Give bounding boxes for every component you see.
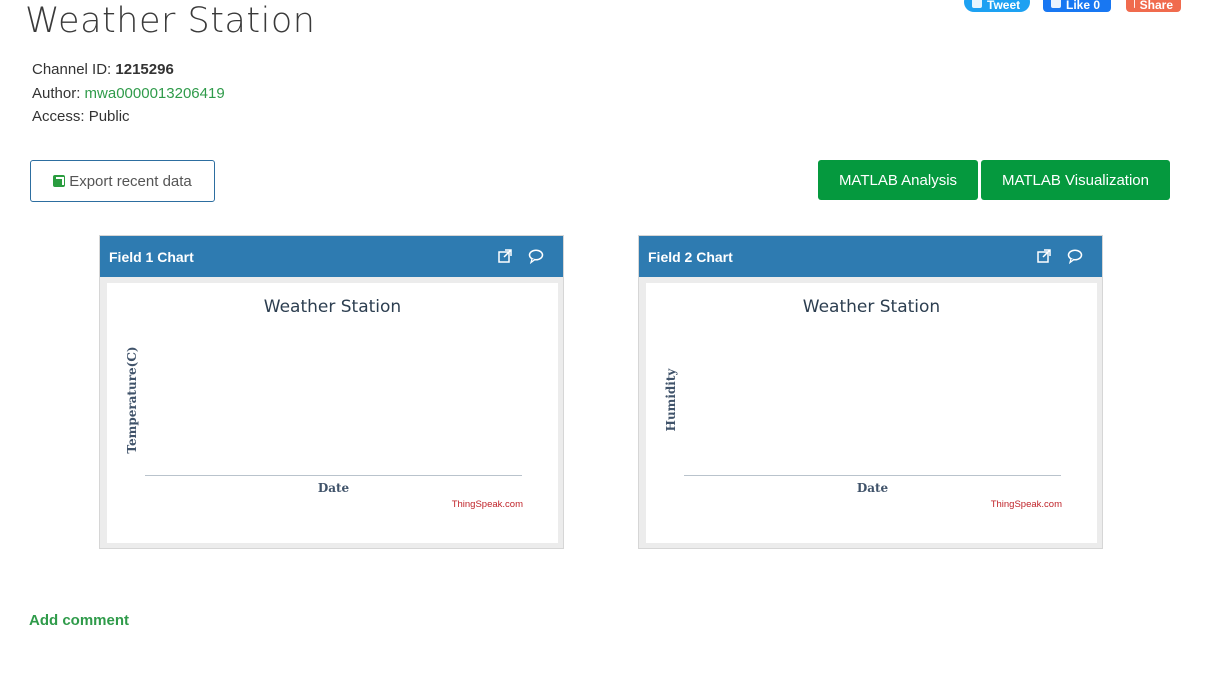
chart-title: Weather Station <box>263 297 402 317</box>
access-label: Access: <box>32 108 85 125</box>
share-icon <box>1134 0 1135 8</box>
x-axis-label: Date <box>317 481 350 495</box>
external-link-icon[interactable] <box>1036 248 1052 264</box>
share-button[interactable]: Share <box>1126 0 1181 12</box>
y-axis-label: Humidity <box>664 368 678 432</box>
chart-title: Weather Station <box>802 297 941 317</box>
x-axis-line <box>145 475 522 476</box>
thingspeak-credit-link[interactable]: ThingSpeak.com <box>991 499 1062 510</box>
export-icon <box>53 175 66 187</box>
comment-bubble-icon[interactable] <box>1067 248 1083 264</box>
chart-area: Weather Station Humidity Date ThingSpeak… <box>646 283 1097 543</box>
external-link-icon[interactable] <box>497 248 513 264</box>
export-recent-data-button[interactable]: Export recent data <box>30 160 215 202</box>
channel-id-label: Channel ID: <box>32 61 112 78</box>
channel-id-value: 1215296 <box>115 61 174 78</box>
field-1-chart-panel: Field 1 Chart Weather Station Temperatur… <box>99 235 564 549</box>
facebook-like-button[interactable]: Like 0 <box>1043 0 1111 12</box>
thingspeak-credit-link[interactable]: ThingSpeak.com <box>452 499 523 510</box>
matlab-visualization-button[interactable]: MATLAB Visualization <box>981 160 1170 200</box>
panel-header: Field 1 Chart <box>100 236 563 277</box>
share-label: Share <box>1139 0 1173 12</box>
chart-area: Weather Station Temperature(C) Date Thin… <box>107 283 558 543</box>
comment-bubble-icon[interactable] <box>528 248 544 264</box>
tweet-button[interactable]: Tweet <box>964 0 1030 12</box>
channel-meta: Channel ID: 1215296 Author: mwa000001320… <box>32 58 225 129</box>
access-value: Public <box>88 108 130 125</box>
facebook-icon <box>1051 0 1061 8</box>
author-label: Author: <box>32 84 81 102</box>
field-2-chart-panel: Field 2 Chart Weather Station Humidity D… <box>638 235 1103 549</box>
export-label: Export recent data <box>69 172 192 190</box>
like-label: Like 0 <box>1066 0 1101 12</box>
panel-title: Field 2 Chart <box>648 248 733 265</box>
matlab-analysis-button[interactable]: MATLAB Analysis <box>818 160 978 200</box>
x-axis-label: Date <box>856 481 889 495</box>
page-title: Weather Station <box>25 1 316 41</box>
y-axis-label: Temperature(C) <box>125 346 139 454</box>
access-row: Access: Public <box>32 105 225 129</box>
channel-id-row: Channel ID: 1215296 <box>32 58 225 82</box>
author-row: Author: mwa0000013206419 <box>32 82 225 106</box>
panel-title: Field 1 Chart <box>109 248 194 265</box>
add-comment-link[interactable]: Add comment <box>29 612 129 629</box>
panel-header: Field 2 Chart <box>639 236 1102 277</box>
tweet-label: Tweet <box>987 0 1021 12</box>
x-axis-line <box>684 475 1061 476</box>
author-link[interactable]: mwa0000013206419 <box>85 85 225 102</box>
twitter-icon <box>972 0 982 8</box>
